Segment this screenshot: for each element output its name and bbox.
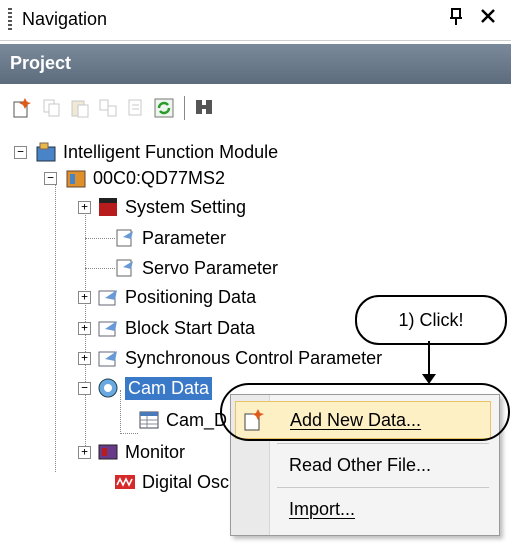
tree-connector: [55, 172, 56, 472]
tree-connector: [85, 238, 115, 239]
menu-item-label: Import...: [289, 499, 356, 519]
expand-icon[interactable]: +: [78, 290, 91, 304]
module-folder-icon: [35, 141, 57, 163]
new-data-icon[interactable]: [10, 96, 34, 120]
pin-icon[interactable]: [449, 8, 463, 31]
tree-item-positioning-data[interactable]: + Positioning Data: [78, 283, 256, 311]
tree-item-monitor[interactable]: + Monitor: [78, 438, 185, 466]
tree-item-block-start-data[interactable]: + Block Start Data: [78, 314, 255, 342]
tree-item-label: Synchronous Control Parameter: [125, 347, 383, 368]
project-title: Project: [10, 53, 72, 73]
properties-icon[interactable]: [124, 96, 148, 120]
refresh-icon[interactable]: [152, 96, 176, 120]
tree-item-digital-oscilloscope[interactable]: Digital Osc: [114, 468, 229, 496]
tree-item-label: Cam Data: [125, 376, 213, 400]
collapse-icon[interactable]: −: [14, 145, 27, 159]
window-title: Navigation: [22, 9, 108, 29]
tree-item-label: Cam_D: [166, 409, 228, 430]
menu-item-read-other-file[interactable]: Read Other File...: [231, 447, 499, 483]
tree-item-cam-data[interactable]: − Cam Data: [78, 374, 213, 402]
tree-item-synchronous-control-parameter[interactable]: + Synchronous Control Parameter: [78, 344, 382, 372]
oscilloscope-icon: [114, 471, 136, 493]
highlight-oval: [220, 383, 510, 441]
tree-item-label: Monitor: [125, 441, 186, 462]
collapse-icon[interactable]: −: [44, 171, 57, 185]
data-folder-icon: [97, 347, 119, 369]
instruction-callout: 1) Click!: [355, 295, 507, 345]
tree-item-parameter[interactable]: Parameter: [114, 224, 226, 252]
toolbar-separator: [184, 96, 185, 120]
menu-separator: [277, 443, 489, 444]
tree-item-label: Intelligent Function Module: [63, 141, 279, 162]
tree-item-label: Digital Osc: [142, 471, 230, 492]
menu-separator: [277, 487, 489, 488]
tree-item-module[interactable]: − 00C0:QD77MS2: [44, 164, 225, 192]
close-icon[interactable]: [480, 8, 496, 29]
cam-data-icon: [97, 377, 119, 399]
data-folder-icon: [97, 317, 119, 339]
arrow-line: [428, 341, 430, 377]
rename-icon[interactable]: [96, 96, 120, 120]
expand-icon[interactable]: +: [78, 445, 91, 459]
expand-icon[interactable]: +: [78, 351, 91, 365]
tree-item-label: 00C0:QD77MS2: [93, 167, 226, 188]
tree-item-cam-file[interactable]: Cam_D: [138, 406, 227, 434]
tree-connector: [85, 268, 115, 269]
expand-icon[interactable]: +: [78, 200, 91, 214]
navigation-panel: Navigation Project − Intelligent Functio…: [0, 0, 511, 550]
expand-icon[interactable]: +: [78, 321, 91, 335]
tree-item-intelligent-function-module[interactable]: − Intelligent Function Module: [14, 138, 278, 166]
tree-item-system-setting[interactable]: + System Setting: [78, 193, 246, 221]
tree-item-label: Positioning Data: [125, 286, 257, 307]
tree-item-label: Parameter: [142, 227, 227, 248]
project-header: Project: [0, 44, 511, 84]
menu-item-label: Read Other File...: [289, 455, 432, 475]
paste-icon[interactable]: [68, 96, 92, 120]
monitor-icon: [97, 441, 119, 463]
tree-item-label: Block Start Data: [125, 317, 256, 338]
menu-item-import[interactable]: Import...: [231, 491, 499, 527]
system-setting-icon: [97, 196, 119, 218]
collapse-icon[interactable]: −: [78, 381, 91, 395]
tree-item-servo-parameter[interactable]: Servo Parameter: [114, 254, 278, 282]
table-icon: [138, 409, 160, 431]
parameter-icon: [114, 227, 136, 249]
servo-parameter-icon: [114, 257, 136, 279]
arrow-head-icon: [422, 374, 436, 384]
title-bar: Navigation: [0, 0, 511, 41]
drag-grip-icon[interactable]: [8, 8, 12, 32]
module-icon: [65, 167, 87, 189]
toolbar: [0, 88, 511, 128]
copy-icon[interactable]: [40, 96, 64, 120]
tree-connector: [120, 433, 138, 434]
find-icon[interactable]: [193, 96, 217, 120]
data-folder-icon: [97, 286, 119, 308]
tree-item-label: System Setting: [125, 196, 247, 217]
tree-item-label: Servo Parameter: [142, 257, 279, 278]
